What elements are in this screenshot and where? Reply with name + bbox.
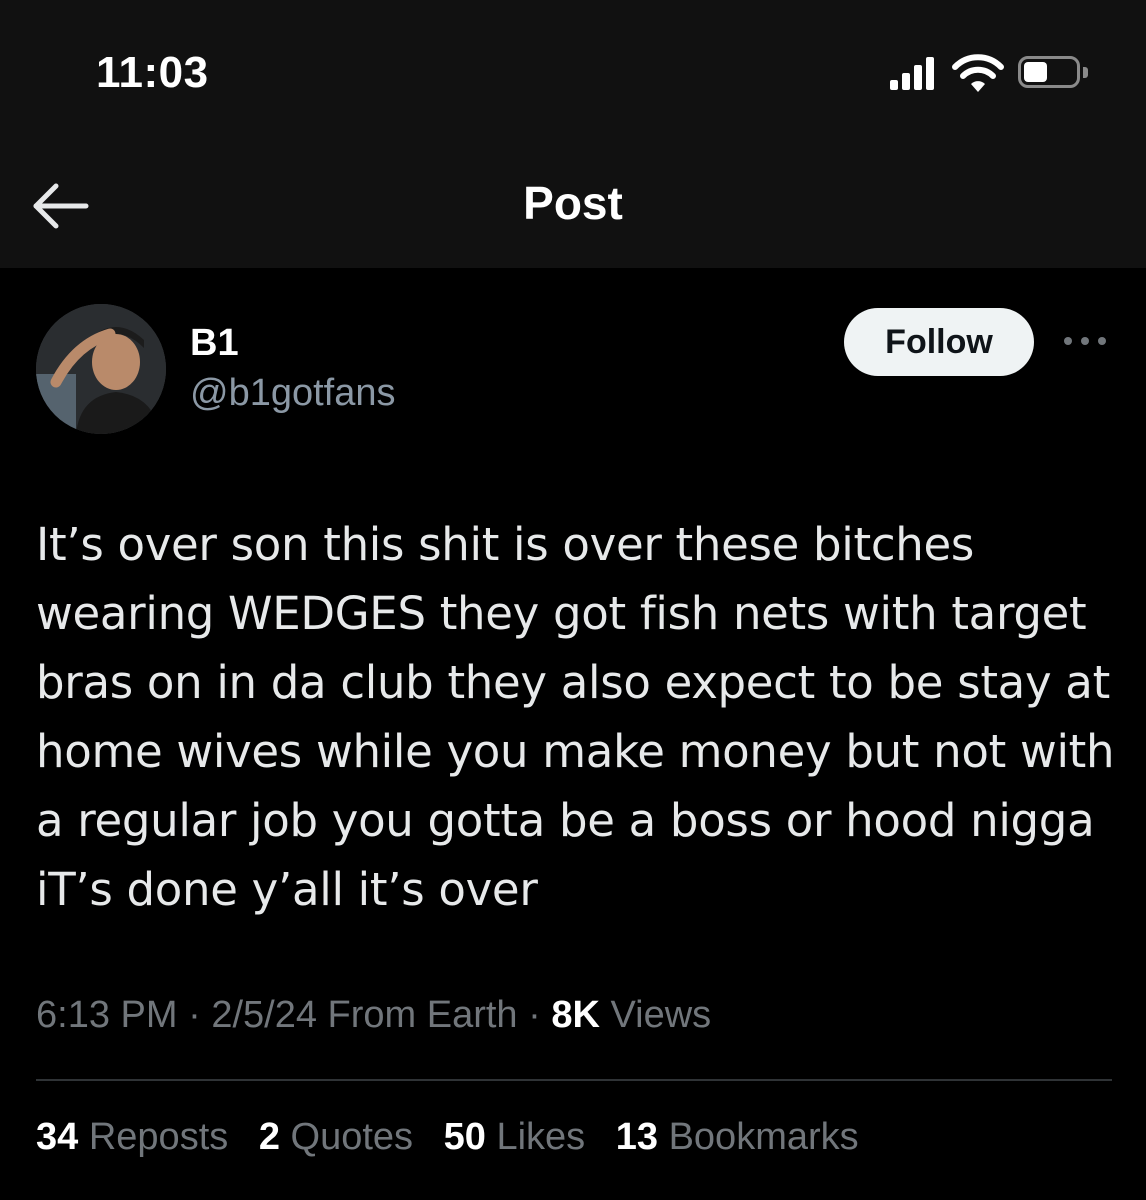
page-title: Post [523,177,623,229]
profile-photo [36,304,166,434]
post-line: bras on in da club they also expect to b… [36,656,1110,709]
author-handle[interactable]: @b1gotfans [190,372,396,415]
battery-icon [1018,56,1088,90]
likes-label: Likes [496,1116,586,1158]
reposts-stat[interactable]: 34 Reposts [36,1116,228,1159]
post-date[interactable]: 2/5/24 [211,994,317,1036]
meta-separator: · [188,994,201,1036]
wifi-icon [952,54,1004,92]
post-line: wearing WEDGES they got fish nets with t… [36,587,1087,640]
reposts-label: Reposts [88,1116,229,1158]
likes-stat[interactable]: 50 Likes [444,1116,586,1159]
bookmarks-stat[interactable]: 13 Bookmarks [616,1116,859,1159]
battery-level [1024,62,1047,82]
quotes-count: 2 [258,1116,280,1158]
status-time: 11:03 [96,48,209,97]
post-line: a regular job you gotta be a boss or hoo… [36,794,1095,847]
divider [36,1079,1112,1081]
bookmarks-label: Bookmarks [668,1116,859,1158]
status-bar: 11:03 [0,0,1146,140]
post-line: home wives while you make money but not … [36,725,1115,778]
author-name[interactable]: B1 [190,322,239,365]
meta-separator: · [528,994,541,1036]
post-location: From Earth [327,994,518,1036]
follow-button[interactable]: Follow [844,308,1034,376]
engagement-stats: 34 Reposts 2 Quotes 50 Likes 13 Bookmark… [36,1116,879,1159]
avatar[interactable] [36,304,166,434]
more-options-button[interactable] [1060,326,1110,356]
views-label: Views [610,994,712,1036]
top-navigation-bar: Post [0,140,1146,268]
post-line: It’s over son this shit is over these bi… [36,518,975,571]
quotes-label: Quotes [290,1116,414,1158]
post-line: iT’s done y’all it’s over [36,863,538,916]
bookmarks-count: 13 [615,1116,659,1158]
quotes-stat[interactable]: 2 Quotes [259,1116,413,1159]
post-meta: 6:13 PM · 2/5/24 From Earth · 8K Views [36,994,711,1037]
cellular-signal-icon [890,56,940,90]
likes-count: 50 [443,1116,486,1158]
post-text: It’s over son this shit is over these bi… [36,510,1116,924]
views-count: 8K [551,994,600,1036]
reposts-count: 34 [36,1116,79,1158]
more-horizontal-icon [1064,337,1106,345]
post-time[interactable]: 6:13 PM [36,994,178,1036]
